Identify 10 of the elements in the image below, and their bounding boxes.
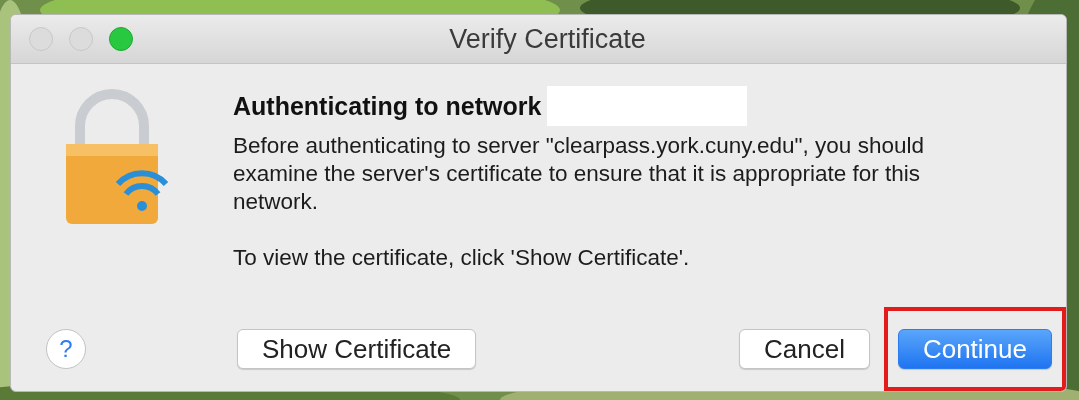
close-window-button[interactable] — [29, 27, 53, 51]
window-title: Verify Certificate — [449, 23, 646, 55]
zoom-window-button[interactable] — [109, 27, 133, 51]
cancel-button[interactable]: Cancel — [739, 329, 870, 369]
message-text: To view the certificate, click 'Show Certificate'. — [233, 244, 691, 272]
minimize-window-button[interactable] — [69, 27, 93, 51]
help-button[interactable]: ? — [46, 329, 86, 369]
message-text: Before authenticating to server "clearpass.york.cuny.edu", you should examine the server's certificate to ensure that it is appropriate for this network. — [233, 132, 925, 216]
dialog-heading: Authenticating to network — [233, 91, 542, 121]
show-certificate-button[interactable]: Show Certificate — [237, 329, 477, 369]
